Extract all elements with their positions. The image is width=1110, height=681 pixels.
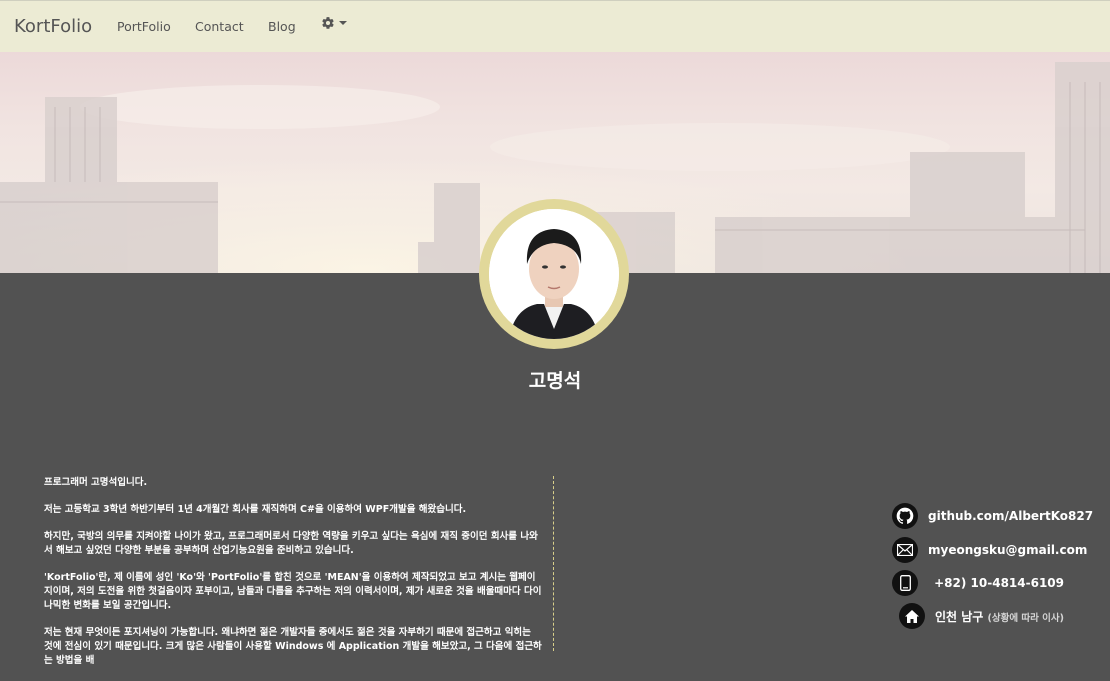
profile-photo [489,209,619,339]
email-link[interactable]: myeongsku@gmail.com [928,543,1087,557]
github-icon [892,503,918,529]
address-city: 인천 남구 [934,609,984,624]
home-icon [898,603,925,629]
phone-number[interactable]: +82) 10-4814-6109 [928,576,1064,590]
gear-icon [322,17,334,29]
about-paragraph: 하지만, 국방의 의무를 지켜야할 나이가 왔고, 프로그래머로서 다양한 역량… [44,531,538,556]
contact-address: 인천 남구 (상황에 따라 이사) [898,603,1064,629]
caret-down-icon [339,21,347,25]
nav-link-portfolio[interactable]: PortFolio [117,19,171,34]
section-divider [553,476,554,651]
about-paragraph: 저는 고등학교 3학년 하반기부터 1년 4개월간 회사를 재직하며 C#을 이… [44,504,467,515]
about-paragraph: 프로그래머 고명석입니다. [44,477,148,488]
profile-name: 고명석 [528,370,582,392]
about-paragraph: 'KortFolio'란, 제 이름에 성인 'Ko'와 'PortFolio'… [44,572,542,611]
about-paragraph: 저는 현재 무엇이든 포지셔닝이 가능합니다. 왜냐하면 젊은 개발자들 중에서… [44,627,542,666]
brand-logo[interactable]: KortFolio [14,16,92,37]
address-text: 인천 남구 (상황에 따라 이사) [935,608,1064,625]
contact-email[interactable]: myeongsku@gmail.com [892,537,1087,563]
phone-icon [892,570,918,596]
profile-avatar [479,199,629,349]
address-note: (상황에 따라 이사) [987,612,1064,624]
about-section: 프로그래머 고명석입니다. 저는 고등학교 3학년 하반기부터 1년 4개월간 … [44,476,542,681]
contact-phone[interactable]: +82) 10-4814-6109 [892,570,1064,596]
envelope-icon [892,537,918,563]
contact-github[interactable]: github.com/AlbertKo827 [892,503,1093,529]
navbar: KortFolio PortFolio Contact Blog [0,0,1110,52]
nav-link-contact[interactable]: Contact [195,19,244,34]
settings-dropdown[interactable] [321,16,347,30]
github-link[interactable]: github.com/AlbertKo827 [928,509,1093,523]
nav-link-blog[interactable]: Blog [268,19,296,34]
